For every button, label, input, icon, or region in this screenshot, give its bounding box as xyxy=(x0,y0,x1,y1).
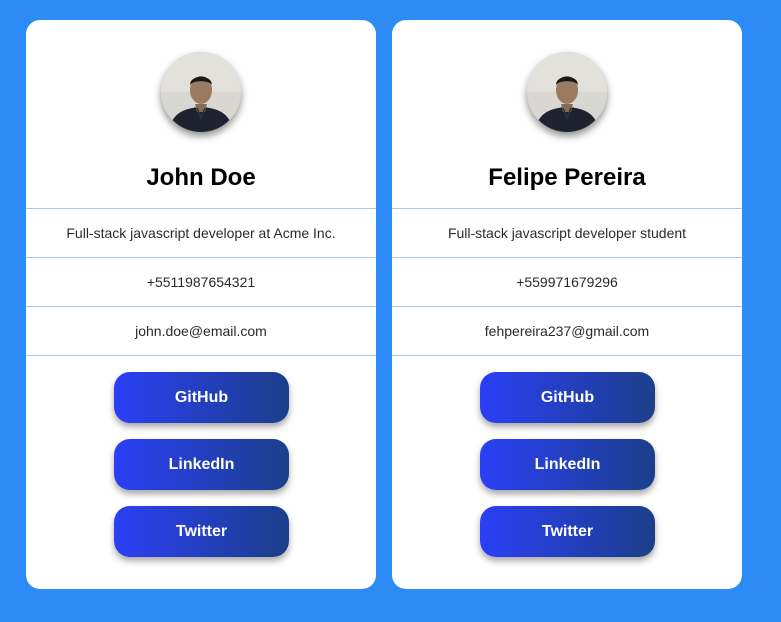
profile-name: John Doe xyxy=(146,164,256,191)
profile-email: fehpereira237@gmail.com xyxy=(392,306,742,356)
profile-phone: +559971679296 xyxy=(392,257,742,306)
avatar xyxy=(527,52,607,132)
twitter-button[interactable]: Twitter xyxy=(114,506,289,557)
profile-email: john.doe@email.com xyxy=(26,306,376,356)
profile-photo-icon xyxy=(161,52,241,132)
github-button[interactable]: GitHub xyxy=(480,372,655,423)
avatar xyxy=(161,52,241,132)
profile-name: Felipe Pereira xyxy=(488,164,646,191)
profile-title: Full-stack javascript developer at Acme … xyxy=(26,208,376,257)
profile-card: Felipe Pereira Full-stack javascript dev… xyxy=(392,20,742,589)
linkedin-button[interactable]: LinkedIn xyxy=(114,439,289,490)
github-button[interactable]: GitHub xyxy=(114,372,289,423)
profile-phone: +5511987654321 xyxy=(26,257,376,306)
linkedin-button[interactable]: LinkedIn xyxy=(480,439,655,490)
profile-card: John Doe Full-stack javascript developer… xyxy=(26,20,376,589)
profile-photo-icon xyxy=(527,52,607,132)
twitter-button[interactable]: Twitter xyxy=(480,506,655,557)
profile-title: Full-stack javascript developer student xyxy=(392,208,742,257)
